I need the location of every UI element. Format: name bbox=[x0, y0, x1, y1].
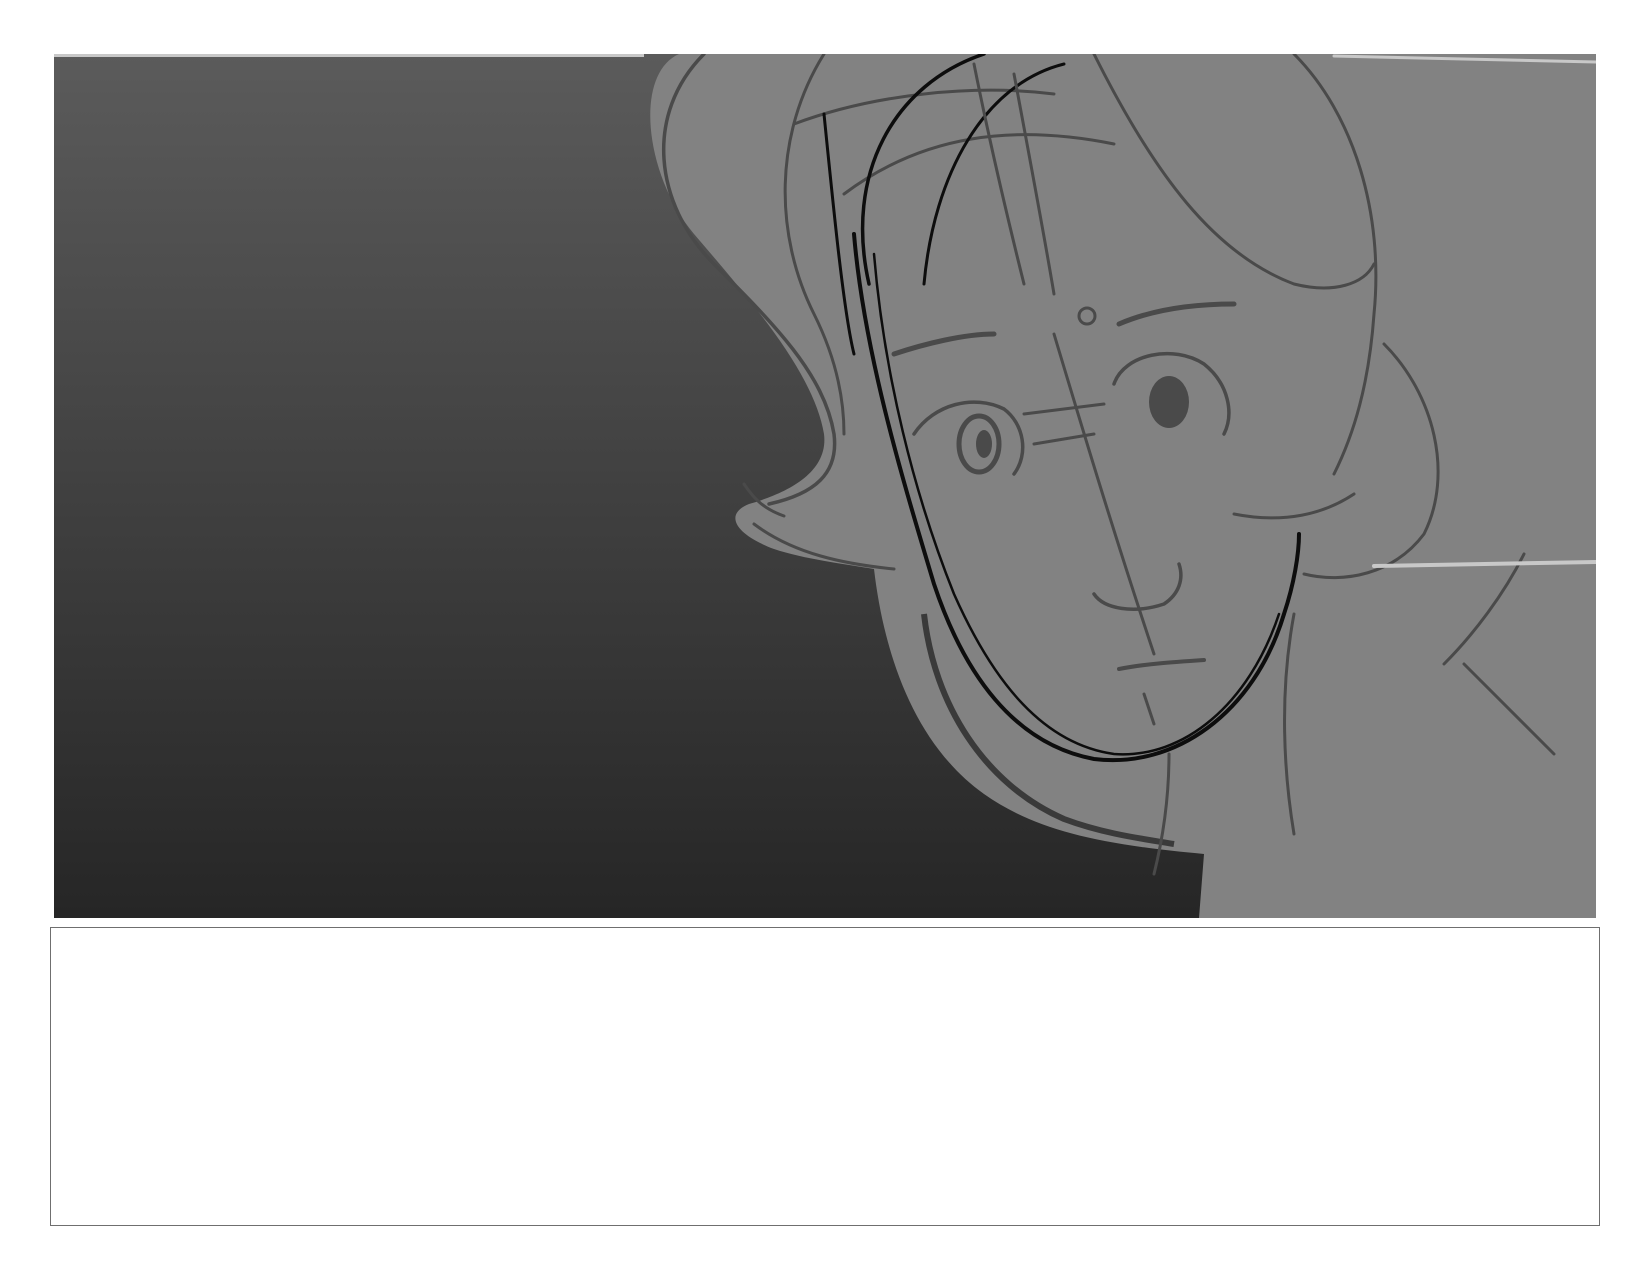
storyboard-panel bbox=[54, 54, 1596, 918]
left-pupil bbox=[976, 430, 992, 458]
storyboard-page bbox=[0, 0, 1650, 1275]
panel-sketch bbox=[54, 54, 1596, 918]
top-highlight-strip bbox=[54, 54, 644, 57]
right-pupil bbox=[1149, 376, 1189, 428]
caption-box[interactable] bbox=[50, 927, 1600, 1226]
